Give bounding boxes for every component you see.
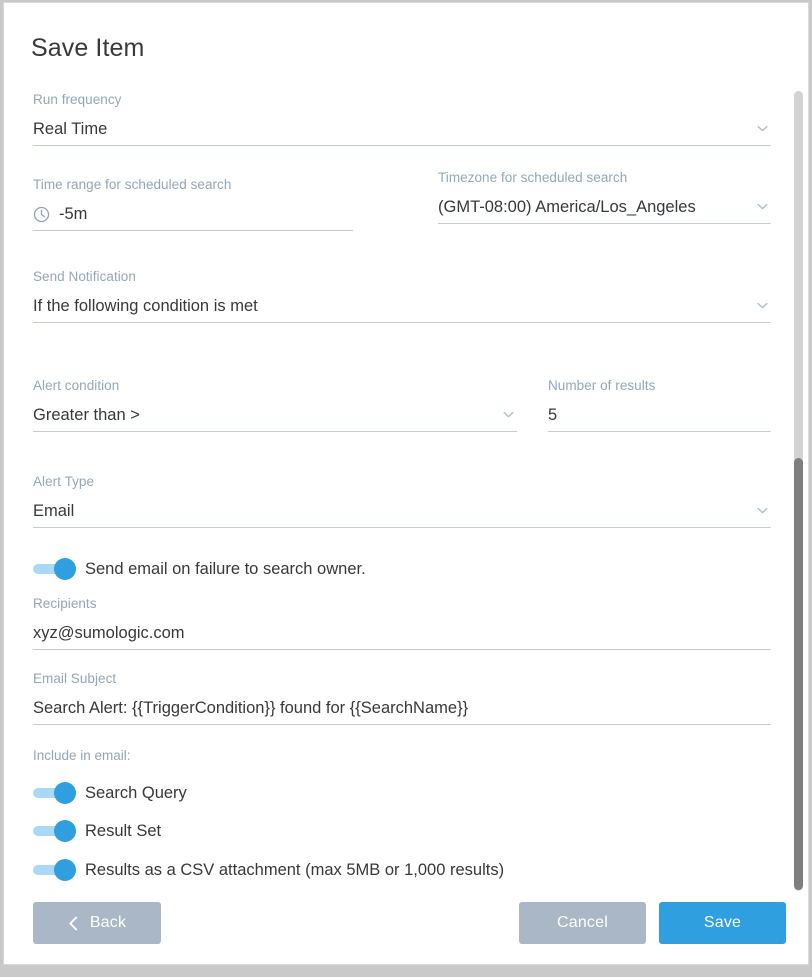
run-frequency-label: Run frequency	[33, 91, 771, 109]
timezone-select[interactable]: (GMT-08:00) America/Los_Angeles	[438, 193, 771, 224]
email-subject-label: Email Subject	[33, 670, 771, 688]
chevron-down-icon[interactable]	[757, 123, 768, 134]
run-frequency-select[interactable]: Real Time	[33, 115, 771, 146]
save-button[interactable]: Save	[659, 902, 786, 944]
email-subject-value: Search Alert: {{TriggerCondition}} found…	[33, 697, 468, 721]
recipients-input[interactable]: xyz@sumologic.com	[33, 619, 771, 650]
timezone-value: (GMT-08:00) America/Los_Angeles	[438, 196, 696, 220]
cancel-button[interactable]: Cancel	[519, 902, 646, 944]
recipients-value: xyz@sumologic.com	[33, 622, 185, 646]
toggle-result-set[interactable]: Result Set	[33, 820, 161, 842]
toggle-switch-icon[interactable]	[33, 558, 77, 580]
number-of-results-input[interactable]: 5	[548, 401, 771, 432]
field-send-notification: Send Notification If the following condi…	[33, 268, 771, 323]
toggle-search-query-label: Search Query	[85, 782, 187, 804]
back-button[interactable]: Back	[33, 902, 161, 944]
alert-condition-select[interactable]: Greater than >	[33, 401, 517, 432]
toggle-knob	[54, 782, 76, 804]
toggle-csv-attachment[interactable]: Results as a CSV attachment (max 5MB or …	[33, 859, 504, 881]
toggle-result-set-label: Result Set	[85, 820, 161, 842]
alert-condition-value: Greater than >	[33, 404, 140, 428]
time-range-label: Time range for scheduled search	[33, 176, 353, 194]
include-in-email-label: Include in email:	[33, 747, 131, 765]
toggle-switch-icon[interactable]	[33, 782, 77, 804]
email-subject-input[interactable]: Search Alert: {{TriggerCondition}} found…	[33, 694, 771, 725]
field-timezone: Timezone for scheduled search (GMT-08:00…	[438, 169, 771, 224]
dialog-body: Save Item Run frequency Real Time Time r…	[4, 3, 794, 964]
run-frequency-value: Real Time	[33, 118, 107, 142]
chevron-left-icon	[68, 916, 79, 931]
send-notification-select[interactable]: If the following condition is met	[33, 292, 771, 323]
field-run-frequency: Run frequency Real Time	[33, 91, 771, 146]
alert-type-select[interactable]: Email	[33, 497, 771, 528]
toggle-send-email-on-failure-label: Send email on failure to search owner.	[85, 558, 366, 580]
recipients-label: Recipients	[33, 595, 771, 613]
save-button-label: Save	[704, 914, 741, 932]
alert-type-label: Alert Type	[33, 473, 771, 491]
chevron-down-icon[interactable]	[757, 300, 768, 311]
back-button-label: Back	[90, 914, 126, 932]
alert-type-value: Email	[33, 500, 74, 524]
chevron-down-icon[interactable]	[503, 409, 514, 420]
send-notification-label: Send Notification	[33, 268, 771, 286]
clock-icon	[33, 206, 50, 223]
time-range-input[interactable]: -5m	[33, 200, 353, 231]
page-title: Save Item	[31, 31, 144, 65]
toggle-knob	[54, 558, 76, 580]
toggle-search-query[interactable]: Search Query	[33, 782, 187, 804]
time-range-value: -5m	[59, 203, 87, 227]
toggle-knob	[54, 820, 76, 842]
field-recipients: Recipients xyz@sumologic.com	[33, 595, 771, 650]
send-notification-value: If the following condition is met	[33, 295, 258, 319]
cancel-button-label: Cancel	[557, 914, 608, 932]
field-time-range: Time range for scheduled search -5m	[33, 176, 353, 231]
timezone-label: Timezone for scheduled search	[438, 169, 771, 187]
number-of-results-value: 5	[548, 404, 557, 428]
toggle-knob	[54, 859, 76, 881]
toggle-switch-icon[interactable]	[33, 859, 77, 881]
alert-condition-label: Alert condition	[33, 377, 517, 395]
toggle-send-email-on-failure[interactable]: Send email on failure to search owner.	[33, 558, 366, 580]
save-item-dialog: Save Item Run frequency Real Time Time r…	[3, 2, 809, 965]
chevron-down-icon[interactable]	[757, 505, 768, 516]
toggle-switch-icon[interactable]	[33, 820, 77, 842]
field-email-subject: Email Subject Search Alert: {{TriggerCon…	[33, 670, 771, 725]
toggle-csv-attachment-label: Results as a CSV attachment (max 5MB or …	[85, 859, 504, 881]
number-of-results-label: Number of results	[548, 377, 771, 395]
scrollbar-thumb[interactable]	[794, 458, 803, 890]
chevron-down-icon[interactable]	[757, 201, 768, 212]
field-number-of-results: Number of results 5	[548, 377, 771, 432]
field-alert-condition: Alert condition Greater than >	[33, 377, 517, 432]
field-alert-type: Alert Type Email	[33, 473, 771, 528]
